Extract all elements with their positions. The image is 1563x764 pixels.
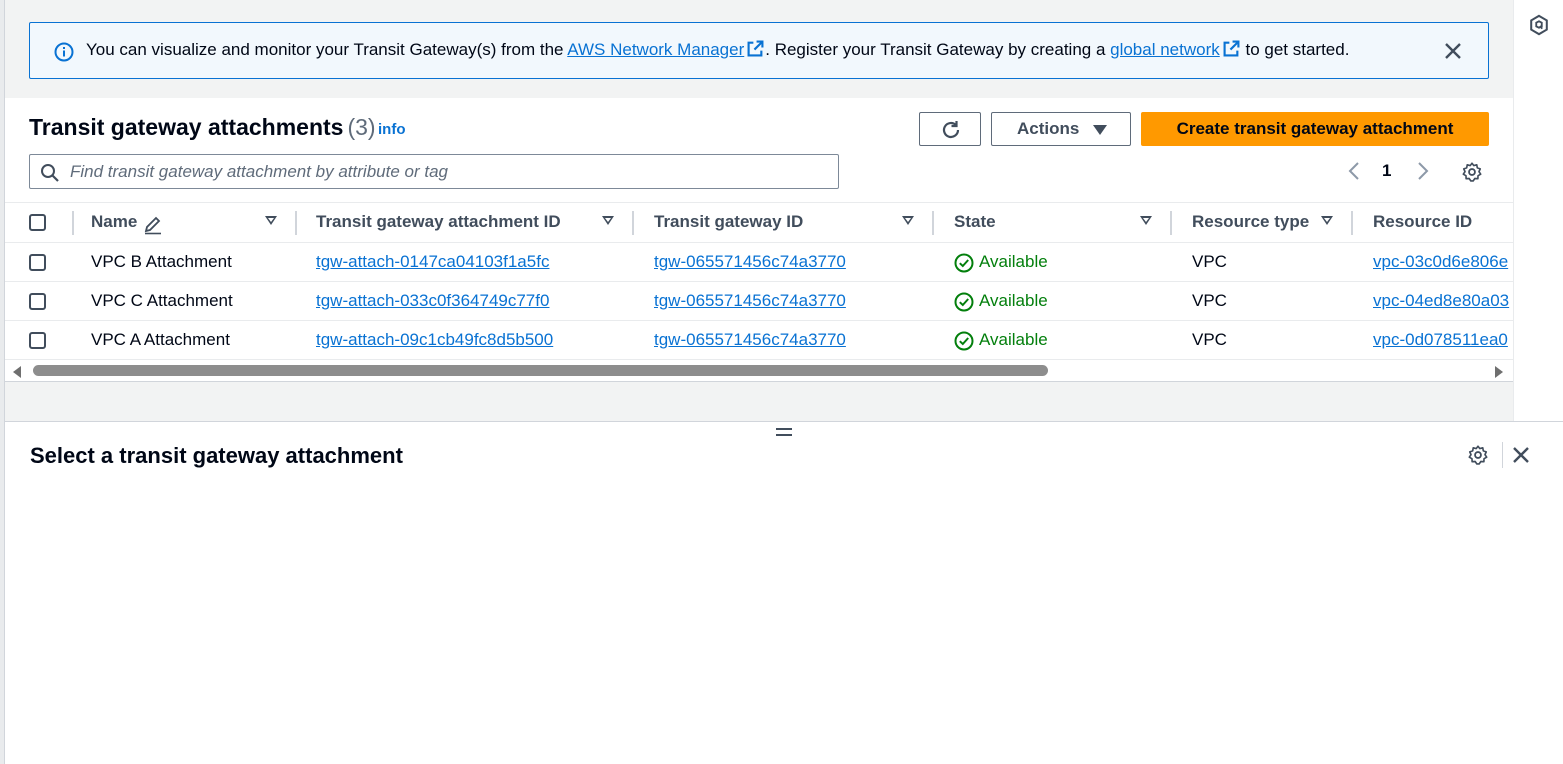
column-separator[interactable] (295, 211, 297, 235)
tgw-id-link[interactable]: tgw-065571456c74a3770 (654, 252, 846, 271)
settings-gear-icon[interactable] (1461, 161, 1483, 183)
sort-icon[interactable] (902, 216, 914, 225)
info-link[interactable]: info (378, 121, 406, 138)
column-separator[interactable] (932, 211, 934, 235)
table-count: (3) (347, 114, 376, 140)
attachment-id-link[interactable]: tgw-attach-09c1cb49fc8d5b500 (316, 330, 553, 349)
resource-type: VPC (1192, 330, 1227, 349)
search-box[interactable] (29, 154, 839, 189)
details-split-panel: Select a transit gateway attachment (5, 421, 1563, 764)
column-separator[interactable] (1351, 211, 1353, 235)
table-header: Name Transit gateway attachment ID Trans… (5, 202, 1513, 243)
column-header-attachment-id[interactable]: Transit gateway attachment ID (316, 212, 561, 232)
state-label: Available (979, 291, 1048, 310)
aws-network-manager-link[interactable]: AWS Network Manager (567, 40, 744, 59)
create-attachment-button[interactable]: Create transit gateway attachment (1141, 112, 1489, 146)
refresh-button[interactable] (919, 112, 981, 146)
right-tools-rail (1513, 0, 1563, 421)
success-check-icon (954, 292, 974, 312)
success-check-icon (954, 253, 974, 273)
info-icon (54, 42, 74, 62)
banner-text-part: . Register your Transit Gateway by creat… (765, 40, 1111, 59)
state-label: Available (979, 330, 1048, 349)
top-content-area: You can visualize and monitor your Trans… (5, 0, 1513, 421)
previous-page-icon[interactable] (1346, 161, 1362, 181)
divider (1502, 442, 1503, 468)
status-badge: Available (954, 252, 1048, 273)
close-icon[interactable] (1510, 444, 1532, 466)
actions-dropdown-button[interactable]: Actions (991, 112, 1131, 146)
search-input[interactable] (70, 159, 830, 184)
attachment-id-link[interactable]: tgw-attach-033c0f364749c77f0 (316, 291, 549, 310)
column-header-state[interactable]: State (954, 212, 996, 232)
resource-id-link[interactable]: vpc-04ed8e80a03 (1373, 291, 1509, 310)
resource-id-link[interactable]: vpc-03c0d6e806e (1373, 252, 1508, 271)
column-separator (72, 211, 74, 235)
amazon-q-icon[interactable] (1528, 14, 1550, 36)
external-link-icon[interactable] (747, 40, 764, 57)
column-separator[interactable] (1170, 211, 1172, 235)
row-checkbox[interactable] (29, 254, 46, 271)
select-all-checkbox[interactable] (29, 214, 46, 231)
info-banner: You can visualize and monitor your Trans… (29, 22, 1489, 79)
tgw-id-link[interactable]: tgw-065571456c74a3770 (654, 330, 846, 349)
split-panel-title: Select a transit gateway attachment (30, 443, 403, 468)
column-header-resource-id[interactable]: Resource ID (1373, 212, 1472, 232)
edit-pencil-icon (144, 216, 161, 235)
preferences-gear-icon[interactable] (1467, 444, 1489, 466)
column-header-tgw-id[interactable]: Transit gateway ID (654, 212, 803, 232)
sort-icon[interactable] (265, 216, 277, 225)
scroll-right-arrow-icon[interactable] (1495, 366, 1503, 378)
state-label: Available (979, 252, 1048, 271)
tgw-id-link[interactable]: tgw-065571456c74a3770 (654, 291, 846, 310)
row-checkbox[interactable] (29, 293, 46, 310)
attachments-table-container: Transit gateway attachments (3) info Acti… (5, 98, 1513, 382)
column-header-name[interactable]: Name (91, 212, 137, 232)
table-row[interactable]: VPC A Attachment tgw-attach-09c1cb49fc8d… (5, 321, 1513, 360)
refresh-icon (942, 121, 960, 139)
table-title-text: Transit gateway attachments (29, 114, 344, 140)
banner-text-part: You can visualize and monitor your Trans… (86, 40, 568, 59)
current-page-number[interactable]: 1 (1382, 161, 1391, 181)
column-header-resource-type[interactable]: Resource type (1192, 212, 1309, 232)
resource-id-link[interactable]: vpc-0d078511ea0 (1373, 330, 1508, 349)
info-banner-text: You can visualize and monitor your Trans… (86, 40, 1349, 60)
search-icon (41, 164, 59, 182)
actions-label: Actions (1017, 119, 1080, 138)
external-link-icon[interactable] (1223, 40, 1240, 57)
next-page-icon[interactable] (1415, 161, 1431, 181)
attachment-name: VPC B Attachment (91, 252, 232, 271)
sort-icon[interactable] (602, 216, 614, 225)
table-row[interactable]: VPC B Attachment tgw-attach-0147ca04103f… (5, 243, 1513, 282)
success-check-icon (954, 331, 974, 351)
attachment-id-link[interactable]: tgw-attach-0147ca04103f1a5fc (316, 252, 549, 271)
status-badge: Available (954, 291, 1048, 312)
scrollbar-thumb[interactable] (33, 365, 1048, 376)
resource-type: VPC (1192, 252, 1227, 271)
global-network-link[interactable]: global network (1110, 40, 1220, 59)
table-row[interactable]: VPC C Attachment tgw-attach-033c0f364749… (5, 282, 1513, 321)
row-checkbox[interactable] (29, 332, 46, 349)
close-icon[interactable] (1441, 39, 1465, 63)
status-badge: Available (954, 330, 1048, 351)
column-header-label: Name (91, 212, 138, 231)
attachment-name: VPC C Attachment (91, 291, 233, 310)
sort-icon[interactable] (1321, 216, 1333, 225)
column-separator[interactable] (632, 211, 634, 235)
banner-text-part: to get started. (1240, 40, 1350, 59)
caret-down-icon (1093, 125, 1107, 135)
resize-handle-icon[interactable] (776, 428, 792, 440)
attachment-name: VPC A Attachment (91, 330, 230, 349)
resource-type: VPC (1192, 291, 1227, 310)
sort-icon[interactable] (1140, 216, 1152, 225)
table-title: Transit gateway attachments (3) (29, 114, 376, 141)
horizontal-scrollbar[interactable] (5, 362, 1513, 380)
scroll-left-arrow-icon[interactable] (13, 366, 21, 378)
